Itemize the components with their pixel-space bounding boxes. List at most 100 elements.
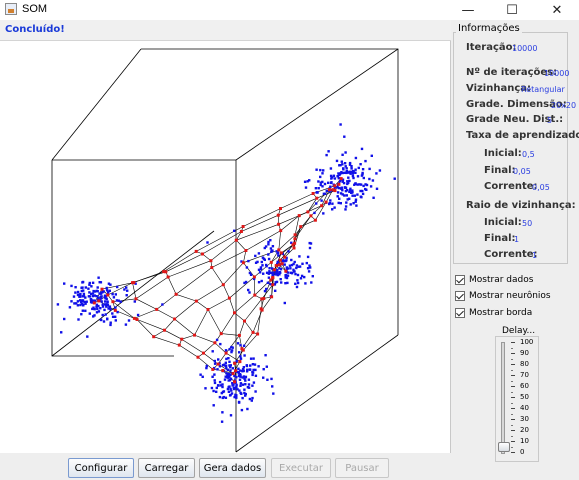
data-point	[251, 373, 254, 377]
data-point	[218, 395, 222, 399]
data-point	[274, 272, 277, 276]
data-point	[267, 257, 271, 261]
data-point	[372, 196, 375, 199]
data-point	[336, 186, 339, 189]
minimize-icon: —	[461, 2, 475, 18]
data-point	[254, 374, 258, 377]
data-point	[204, 387, 207, 390]
executar-button[interactable]: Executar	[271, 458, 331, 478]
neuron-grid	[94, 178, 342, 383]
data-point	[253, 363, 257, 366]
n-iteracoes-value: 10000	[544, 69, 570, 78]
data-point	[343, 186, 347, 189]
neuron	[271, 283, 275, 287]
grid-link	[243, 250, 247, 263]
data-point	[212, 389, 215, 393]
slider-track[interactable]	[501, 342, 505, 454]
data-point	[249, 364, 252, 367]
data-point	[337, 201, 340, 205]
data-point	[247, 378, 251, 381]
data-point	[257, 252, 261, 255]
data-point	[86, 335, 89, 338]
data-point	[237, 367, 240, 370]
mostrar-neuronios-checkbox[interactable]: Mostrar neurônios	[455, 290, 551, 302]
data-point	[262, 272, 265, 275]
data-point	[300, 274, 304, 278]
data-point	[327, 181, 330, 184]
data-point	[241, 370, 244, 373]
grid-link	[244, 320, 254, 333]
data-point	[344, 151, 347, 154]
data-point	[315, 168, 318, 171]
carregar-button[interactable]: Carregar	[138, 458, 195, 478]
data-point	[114, 306, 117, 309]
neuron	[259, 307, 263, 311]
data-point	[306, 267, 310, 270]
data-point	[230, 389, 233, 392]
data-point	[111, 315, 115, 318]
data-point	[347, 176, 350, 179]
grid-link	[211, 250, 247, 268]
data-point	[217, 358, 220, 361]
window-title: SOM	[22, 3, 48, 15]
delay-slider[interactable]: 100 90 80 70 60 50 40 30 20 10 0	[495, 336, 539, 462]
neuron	[293, 233, 297, 237]
data-point	[76, 300, 80, 303]
data-point	[243, 391, 246, 395]
maximize-button[interactable]: ☐	[490, 0, 534, 20]
raio-vizinhanca-label: Raio de vizinhança:	[466, 200, 576, 211]
configurar-button[interactable]: Configurar	[68, 458, 134, 478]
data-point	[361, 171, 364, 175]
pausar-button[interactable]: Pausar	[335, 458, 389, 478]
data-point	[329, 199, 332, 202]
data-point	[260, 279, 263, 283]
grade-dimensao-value: 20x20	[551, 101, 577, 110]
neuron	[278, 258, 282, 262]
data-point	[354, 182, 357, 185]
data-point	[105, 297, 108, 301]
data-point	[63, 282, 66, 285]
data-point	[98, 281, 101, 284]
data-point	[246, 386, 250, 389]
mostrar-dados-checkbox[interactable]: Mostrar dados	[455, 274, 533, 286]
neuron	[309, 214, 313, 218]
close-button[interactable]: ✕	[535, 0, 579, 20]
slider-tick-minor	[511, 413, 513, 415]
neuron	[219, 332, 223, 336]
minimize-button[interactable]: —	[446, 0, 490, 20]
mostrar-borda-checkbox[interactable]: Mostrar borda	[455, 307, 532, 319]
neuron	[194, 299, 198, 303]
data-point	[298, 255, 301, 258]
data-point	[237, 374, 241, 378]
data-point	[331, 202, 334, 205]
grid-link	[223, 262, 244, 285]
data-point	[238, 351, 241, 354]
data-point	[339, 164, 342, 167]
data-point	[292, 270, 295, 273]
data-point	[251, 371, 255, 374]
data-point	[241, 396, 244, 400]
data-point	[352, 202, 355, 205]
data-point	[205, 364, 208, 368]
data-point	[340, 160, 343, 163]
grid-link	[280, 193, 314, 209]
cube-edge	[51, 48, 142, 161]
data-point	[265, 287, 268, 291]
slider-tick-minor	[511, 402, 513, 404]
data-point	[276, 260, 279, 264]
slider-tick-major	[511, 397, 515, 398]
slider-tick-label: 10	[520, 437, 529, 445]
neuron	[237, 333, 241, 337]
slider-tick-label: 80	[520, 360, 529, 368]
neuron	[164, 270, 168, 274]
som-canvas[interactable]	[0, 41, 451, 453]
data-point	[215, 390, 218, 393]
data-point	[257, 281, 261, 284]
data-point	[245, 370, 249, 373]
neuron	[241, 225, 245, 228]
slider-thumb[interactable]	[498, 442, 510, 452]
slider-tick-major	[511, 452, 515, 453]
gera-dados-button[interactable]: Gera dados	[199, 458, 266, 478]
data-point	[228, 360, 231, 363]
data-point	[254, 261, 258, 264]
